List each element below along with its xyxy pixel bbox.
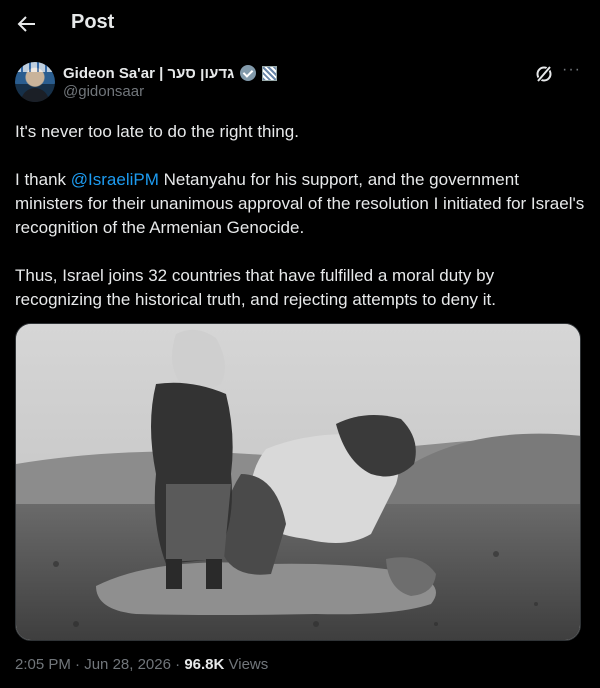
author-handle[interactable]: @gidonsaar <box>63 83 144 100</box>
affiliation-badge-icon[interactable] <box>262 65 278 81</box>
avatar-flag-background <box>15 62 55 72</box>
tweet-photo[interactable] <box>15 323 581 641</box>
author-name-row: Gideon Sa'ar | גדעון סער <box>63 63 278 83</box>
tweet-p2-start: I thank <box>15 170 71 189</box>
views-label: Views <box>224 656 269 673</box>
more-icon[interactable]: ··· <box>562 60 582 80</box>
tweet-paragraph-2: I thank @IsraeliPM Netanyahu for his sup… <box>15 168 585 240</box>
verified-badge-icon[interactable] <box>240 65 257 81</box>
post-meta: 2:05 PM · Jun 28, 2026 · 96.8K Views <box>15 656 268 673</box>
post-date[interactable]: Jun 28, 2026 <box>84 656 171 673</box>
meta-separator: · <box>170 656 185 673</box>
grok-icon[interactable] <box>534 64 554 84</box>
avatar-figure <box>21 88 49 102</box>
avatar[interactable] <box>15 62 55 102</box>
arrow-left-icon[interactable] <box>16 10 40 38</box>
mention-link[interactable]: @IsraeliPM <box>71 170 159 189</box>
views-count[interactable]: 96.8K <box>184 656 224 673</box>
page-title: Post <box>71 11 115 33</box>
post-header: Post <box>0 0 600 48</box>
tweet-paragraph-3: Thus, Israel joins 32 countries that hav… <box>15 266 496 309</box>
post-time[interactable]: 2:05 PM <box>15 656 71 673</box>
meta-separator: · <box>70 656 85 673</box>
photo-illustration <box>16 324 580 640</box>
author-display-name[interactable]: Gideon Sa'ar | גדעון סער <box>63 65 234 82</box>
tweet-line-1: It's never too late to do the right thin… <box>15 122 299 141</box>
